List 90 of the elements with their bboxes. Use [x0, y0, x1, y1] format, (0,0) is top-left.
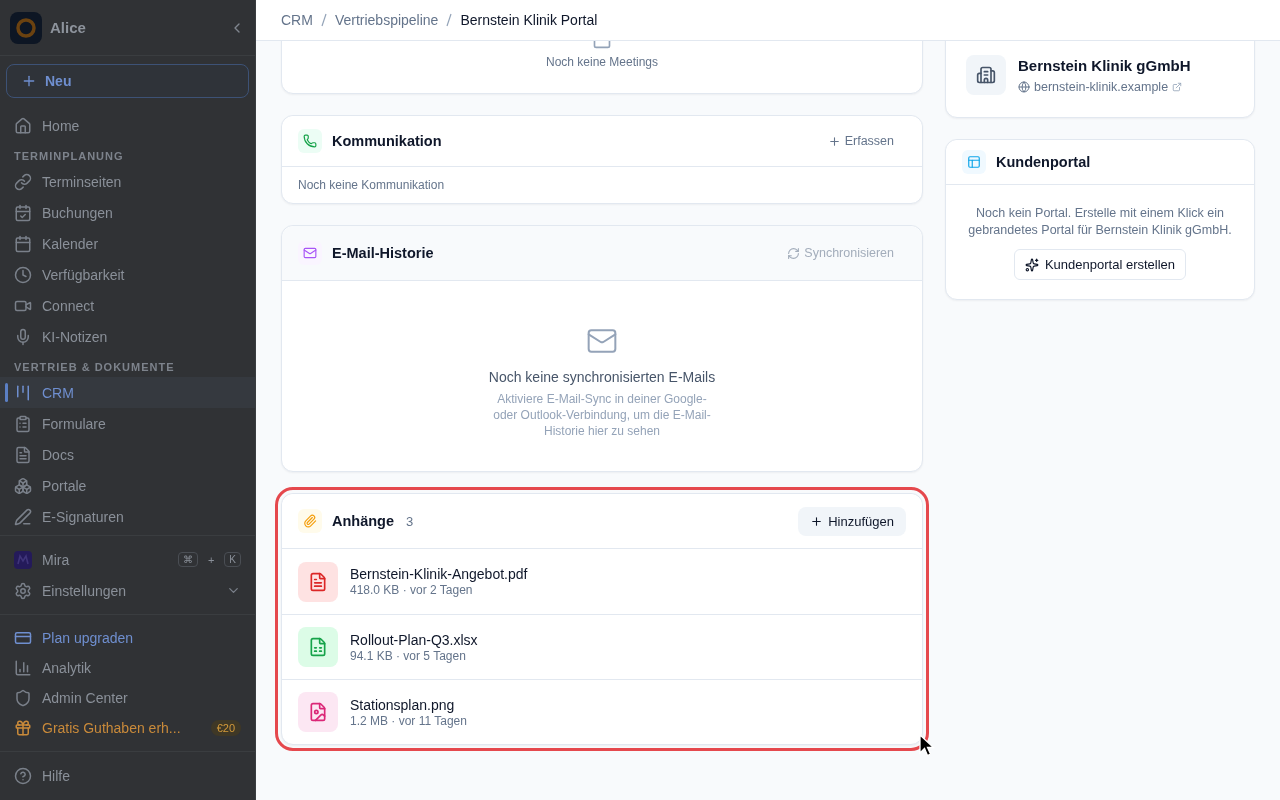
- sidebar-item[interactable]: Analytik: [0, 653, 255, 683]
- assistant-logo: [14, 550, 32, 569]
- card-title: Anhänge: [332, 513, 395, 529]
- website-link[interactable]: bernstein-klinik.example: [1018, 79, 1191, 94]
- sidebar-item[interactable]: KI-Notizen: [0, 321, 255, 352]
- plus-icon: [827, 134, 841, 148]
- attachment-count: 3: [406, 513, 414, 529]
- plus-icon: [810, 514, 824, 528]
- app-logo: [10, 11, 42, 44]
- sidebar-item[interactable]: Admin Center: [0, 683, 255, 713]
- record-button[interactable]: Erfassen: [815, 130, 906, 152]
- empty-text: Noch keine Kommunikation: [297, 177, 446, 194]
- create-portal-button[interactable]: Kundenportal erstellen: [1013, 249, 1187, 280]
- gift-icon: [14, 719, 32, 737]
- empty-text: Aktiviere E-Mail-Sync in deiner Google- oder Outlook-Verbindung, um die E-Mail-Historie hier zu sehen: [492, 391, 712, 439]
- breadcrumb-separator-icon: [446, 13, 453, 27]
- help-icon: [14, 766, 32, 785]
- sidebar-item[interactable]: Kalender: [0, 228, 255, 259]
- sidebar-item[interactable]: Buchungen: [0, 197, 255, 228]
- bar-chart-icon: [14, 659, 32, 677]
- document-icon: [14, 445, 32, 464]
- calendar-icon: [14, 234, 32, 253]
- shortcut-key: ⌘: [177, 552, 198, 567]
- card-title: E-Mail-Historie: [332, 245, 434, 261]
- sidebar-item[interactable]: Terminseiten: [0, 166, 255, 197]
- credit-badge: €20: [210, 720, 241, 736]
- globe-icon: [1018, 80, 1030, 93]
- shield-icon: [14, 689, 32, 707]
- breadcrumb-link[interactable]: Vertriebspipeline: [334, 12, 439, 28]
- empty-title: Noch keine synchronisierten E-Mails: [488, 369, 716, 385]
- image-file-icon: [298, 692, 338, 732]
- section-title: TERMINPLANUNG: [13, 149, 125, 164]
- calendar-check-icon: [14, 203, 32, 222]
- building-icon: [966, 55, 1006, 95]
- link-icon: [14, 172, 32, 191]
- portal-text: Noch kein Portal. Erstelle mit einem Klick ein gebrandetes Portal für Bernstein Klinik gGmbH.: [967, 205, 1233, 239]
- sidebar-item[interactable]: E-Signaturen: [0, 501, 255, 532]
- file-meta: 1.2 MB · vor 11 Tagen: [350, 713, 467, 728]
- settings-icon: [14, 581, 32, 600]
- shortcut-key: K: [224, 552, 241, 567]
- add-button[interactable]: Hinzufügen: [798, 506, 906, 536]
- sidebar-item[interactable]: Plan upgraden: [0, 623, 255, 653]
- attachment-row[interactable]: Bernstein-Klinik-Angebot.pdf 418.0 KB · vor 2 Tagen: [282, 549, 922, 614]
- refresh-icon: [787, 246, 801, 260]
- pen-icon: [14, 507, 32, 526]
- company-name: Bernstein Klinik gGmbH: [1018, 56, 1191, 74]
- clipboard-icon: [14, 414, 32, 433]
- plus-icon: [21, 73, 37, 89]
- sidebar-item[interactable]: Gratis Guthaben erh... €20: [0, 713, 255, 743]
- card-title: Kundenportal: [996, 154, 1091, 170]
- sidebar-item[interactable]: CRM: [0, 377, 255, 408]
- boxes-icon: [14, 476, 32, 495]
- shortcut-joiner: +: [207, 553, 215, 566]
- sidebar-item[interactable]: Mira ⌘ + K: [0, 544, 255, 575]
- external-link-icon: [1172, 81, 1183, 92]
- sidebar-item[interactable]: Einstellungen: [0, 575, 255, 606]
- sidebar-item[interactable]: Docs: [0, 439, 255, 470]
- sidebar-item[interactable]: Hilfe: [0, 760, 255, 791]
- file-name: Bernstein-Klinik-Angebot.pdf: [350, 566, 528, 582]
- empty-text: Noch keine Meetings: [545, 55, 659, 69]
- mail-icon: [298, 241, 322, 265]
- file-meta: 418.0 KB · vor 2 Tagen: [350, 583, 474, 597]
- breadcrumb-separator-icon: [320, 13, 327, 27]
- breadcrumb-link[interactable]: CRM: [281, 12, 313, 28]
- sidebar-item[interactable]: Home: [0, 110, 255, 141]
- attachment-row[interactable]: Rollout-Plan-Q3.xlsx 94.1 KB · vor 5 Tagen: [282, 614, 922, 679]
- file-name: Stationsplan.png: [350, 696, 456, 713]
- workspace-name: Alice: [50, 19, 87, 36]
- sidebar-item[interactable]: Connect: [0, 290, 255, 321]
- sidebar-item[interactable]: Formulare: [0, 408, 255, 439]
- home-icon: [14, 116, 32, 135]
- layout-icon: [962, 150, 986, 174]
- new-button[interactable]: Neu: [6, 64, 249, 98]
- credit-card-icon: [14, 629, 32, 647]
- card-title: Kommunikation: [332, 133, 442, 149]
- attachment-row[interactable]: Stationsplan.png 1.2 MB · vor 11 Tagen: [282, 679, 922, 744]
- spreadsheet-file-icon: [298, 627, 338, 667]
- pdf-file-icon: [298, 561, 338, 602]
- microphone-icon: [14, 327, 32, 346]
- paperclip-icon: [298, 509, 322, 533]
- breadcrumb-link[interactable]: Bernstein Klinik Portal: [460, 12, 598, 28]
- columns-icon: [14, 383, 32, 402]
- section-title: VERTRIEB & DOKUMENTE: [13, 360, 176, 375]
- sidebar-item[interactable]: Portale: [0, 470, 255, 501]
- sparkles-icon: [1024, 257, 1039, 272]
- file-meta: 94.1 KB · vor 5 Tagen: [350, 648, 467, 663]
- file-name: Rollout-Plan-Q3.xlsx: [350, 631, 478, 648]
- sidebar-item[interactable]: Verfügbarkeit: [0, 259, 255, 290]
- phone-icon: [298, 129, 322, 153]
- clock-icon: [14, 265, 32, 284]
